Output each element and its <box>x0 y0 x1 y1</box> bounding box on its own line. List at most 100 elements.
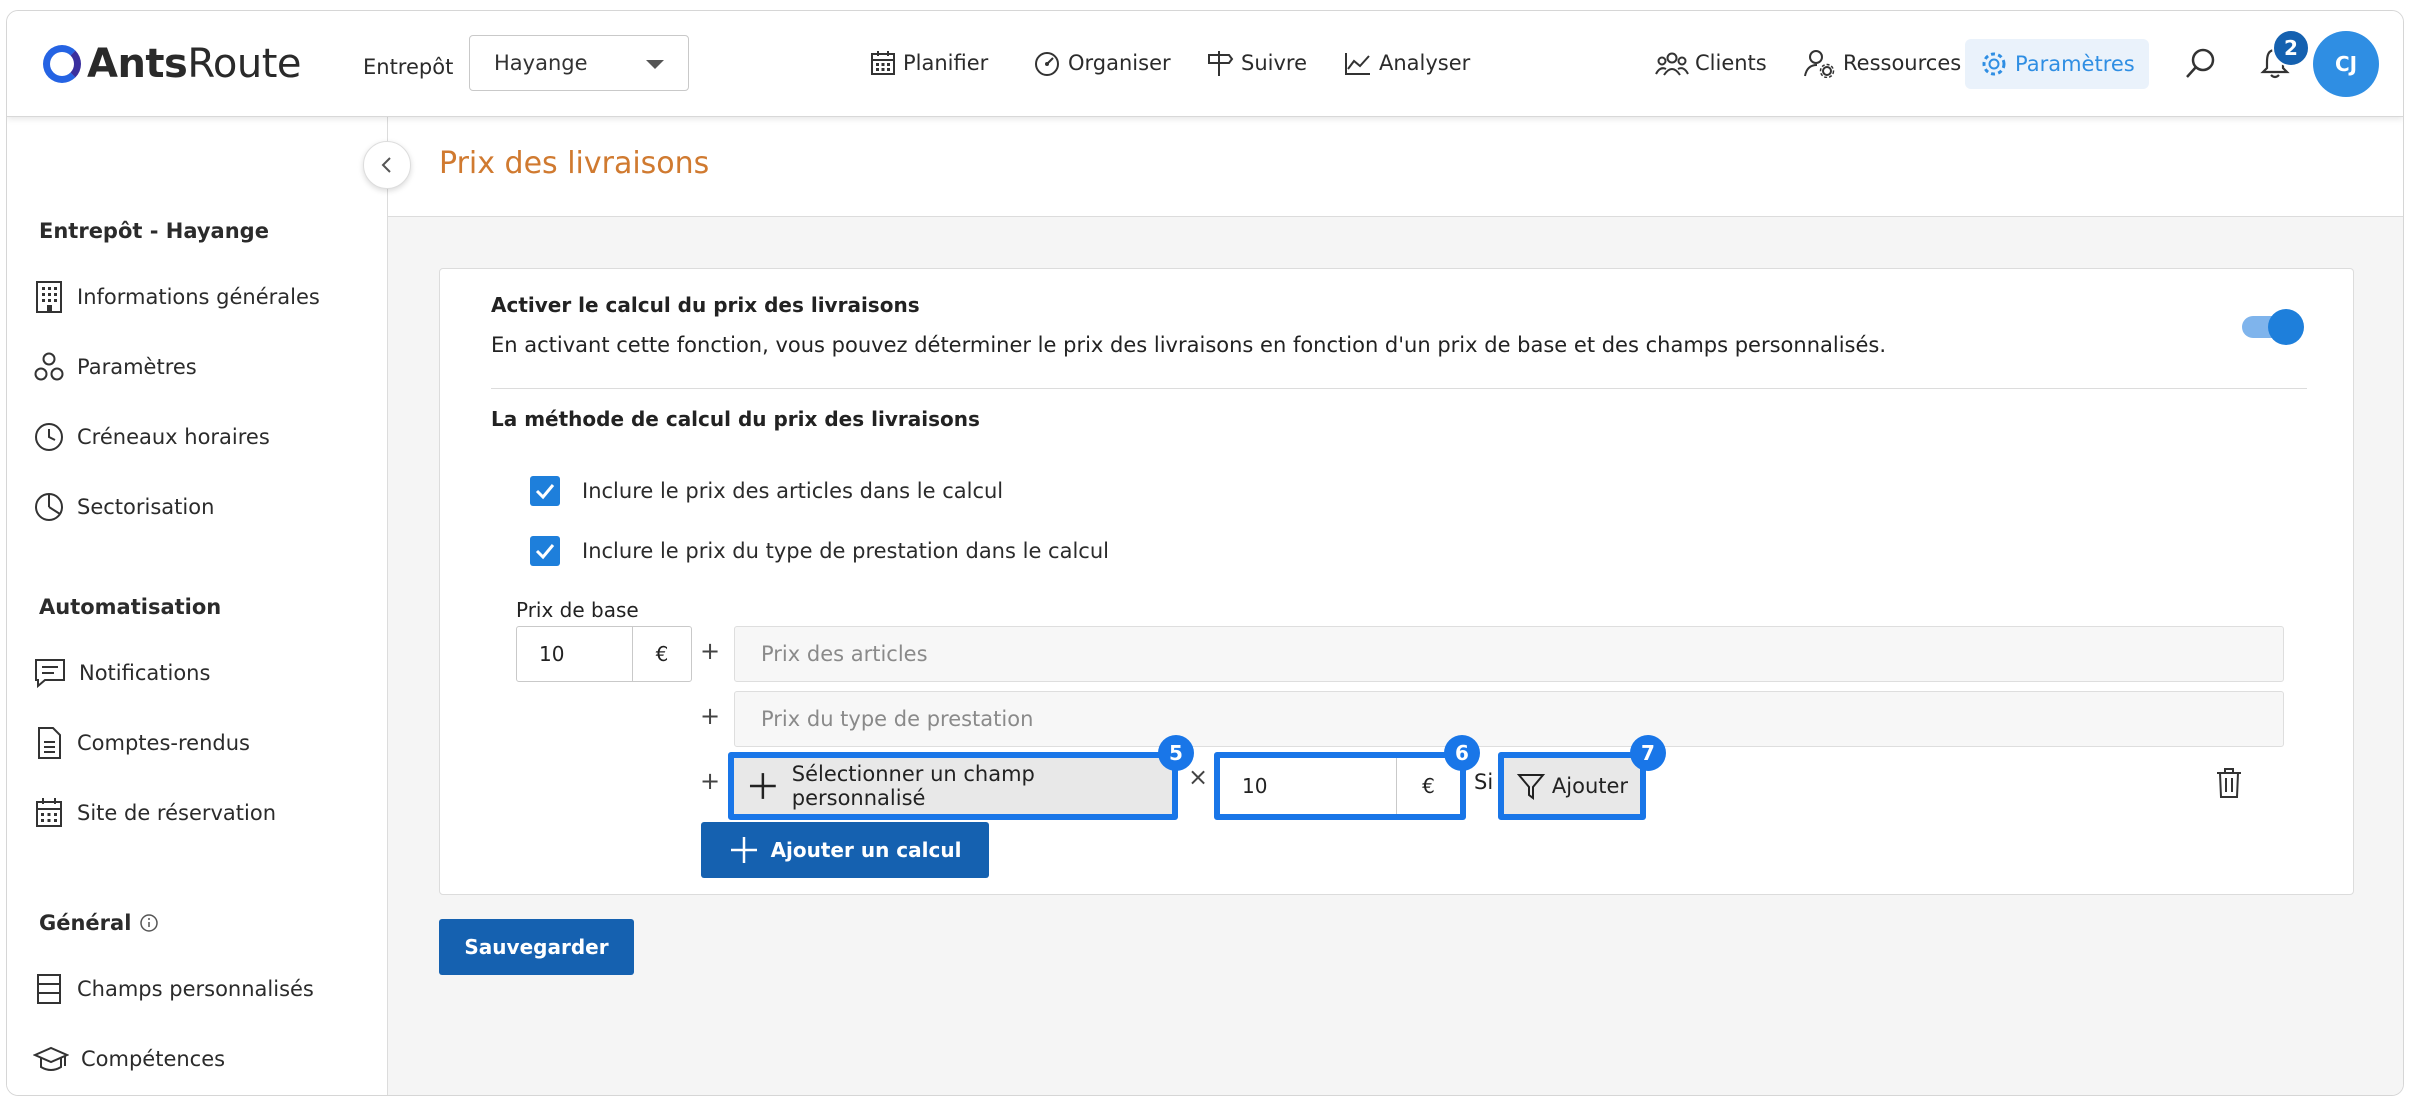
service-price-field: Prix du type de prestation <box>734 691 2284 747</box>
delete-calculation-button[interactable] <box>2214 766 2244 804</box>
sidebar-item-label: Compétences <box>81 1047 226 1071</box>
card-divider <box>491 388 2307 389</box>
base-price-input[interactable]: 10 € <box>516 626 692 682</box>
method-title: La méthode de calcul du prix des livrais… <box>491 407 980 431</box>
sidebar-item-label: Champs personnalisés <box>77 977 314 1001</box>
sidebar-item-label: Informations générales <box>77 285 320 309</box>
add-calculation-button[interactable]: Ajouter un calcul <box>701 822 989 878</box>
include-service-label: Inclure le prix du type de prestation da… <box>582 539 1109 563</box>
articles-price-field: Prix des articles <box>734 626 2284 682</box>
nav-plan-label: Planifier <box>903 51 989 75</box>
plus-icon: + <box>700 767 721 795</box>
speedometer-icon <box>1035 52 1059 76</box>
base-price-value: 10 <box>517 627 633 681</box>
search-button[interactable] <box>2177 39 2225 87</box>
nav-analyze[interactable]: Analyser <box>1343 39 1470 87</box>
highlight-custom-field <box>728 752 1178 820</box>
sidebar-item-booking-site[interactable]: Site de réservation <box>33 793 276 833</box>
sidebar-section-warehouse: Entrepôt - Hayange <box>39 219 269 243</box>
chart-icon <box>1345 53 1370 75</box>
enable-price-toggle[interactable] <box>2242 309 2304 345</box>
gear-icon <box>1982 52 2006 76</box>
nav-analyze-label: Analyser <box>1379 51 1471 75</box>
save-button[interactable]: Sauvegarder <box>439 919 634 975</box>
toggle-knob <box>2268 309 2304 345</box>
include-articles-checkbox-row[interactable]: Inclure le prix des articles dans le cal… <box>530 475 1003 507</box>
delivery-price-card: Activer le calcul du prix des livraisons… <box>439 268 2354 895</box>
warehouse-label: Entrepôt <box>363 55 454 79</box>
collapse-sidebar-button[interactable] <box>363 141 411 189</box>
plus-icon: + <box>700 702 721 730</box>
nav-resources-label: Ressources <box>1843 51 1962 75</box>
app-window: AntsRoute Entrepôt Hayange Planifier Org… <box>6 10 2404 1096</box>
card-description: En activant cette fonction, vous pouvez … <box>491 333 1887 357</box>
message-icon <box>35 659 65 689</box>
building-icon <box>36 281 62 313</box>
sidebar-item-label: Notifications <box>79 661 211 685</box>
sidebar-item-skills[interactable]: Compétences <box>33 1039 225 1079</box>
condition-label: Si <box>1474 770 1494 794</box>
nav-track-label: Suivre <box>1241 51 1307 75</box>
sidebar-item-parameters[interactable]: Paramètres <box>33 347 197 387</box>
sidebar-item-label: Créneaux horaires <box>77 425 270 449</box>
calendar-icon <box>36 798 62 827</box>
nav-settings[interactable]: Paramètres <box>1965 39 2149 89</box>
nav-settings-label: Paramètres <box>2015 52 2135 76</box>
top-header: AntsRoute Entrepôt Hayange Planifier Org… <box>7 11 2403 117</box>
gears-icon <box>34 352 64 381</box>
page-title: Prix des livraisons <box>439 146 710 181</box>
search-icon <box>2186 48 2215 78</box>
warehouse-select[interactable]: Hayange <box>469 35 689 91</box>
include-articles-label: Inclure le prix des articles dans le cal… <box>582 479 1004 503</box>
pie-chart-icon <box>35 493 63 521</box>
include-articles-checkbox[interactable] <box>530 476 560 506</box>
check-icon <box>535 484 555 500</box>
plus-icon <box>730 837 757 863</box>
sidebar-section-automation: Automatisation <box>39 595 222 619</box>
user-avatar[interactable]: CJ <box>2313 31 2379 97</box>
sidebar-item-reports[interactable]: Comptes-rendus <box>33 723 250 763</box>
calendar-icon <box>871 51 895 75</box>
logo-regular-text: Route <box>187 41 301 87</box>
nav-organize-label: Organiser <box>1068 51 1171 75</box>
sidebar-item-notifications[interactable]: Notifications <box>33 653 210 693</box>
sidebar-item-general-info[interactable]: Informations générales <box>33 277 320 317</box>
sidebar-item-sectorization[interactable]: Sectorisation <box>33 487 214 527</box>
multiply-icon: × <box>1188 763 1209 791</box>
sidebar-item-custom-fields[interactable]: Champs personnalisés <box>33 969 314 1009</box>
trash-icon <box>2217 768 2241 798</box>
plus-icon: + <box>700 637 721 665</box>
document-icon <box>38 727 61 759</box>
nav-track[interactable]: Suivre <box>1205 39 1307 87</box>
sidebar-item-label: Sectorisation <box>77 495 215 519</box>
users-group-icon <box>1655 52 1689 76</box>
notification-badge: 2 <box>2272 29 2310 67</box>
marker-7: 7 <box>1630 735 1666 771</box>
card-title: Activer le calcul du prix des livraisons <box>491 293 920 317</box>
nav-clients[interactable]: Clients <box>1655 39 1767 87</box>
base-price-label: Prix de base <box>516 598 639 622</box>
nav-organize[interactable]: Organiser <box>1032 39 1171 87</box>
sidebar-section-general: Général <box>39 911 159 935</box>
nav-plan[interactable]: Planifier <box>869 39 988 87</box>
graduation-cap-icon <box>33 1046 69 1071</box>
nav-resources[interactable]: Ressources <box>1803 39 1961 87</box>
clock-icon <box>35 423 63 451</box>
include-service-checkbox-row[interactable]: Inclure le prix du type de prestation da… <box>530 535 1109 567</box>
chevron-left-icon <box>381 157 391 173</box>
antsroute-logo[interactable]: AntsRoute <box>43 39 301 89</box>
logo-icon <box>43 45 81 83</box>
include-service-checkbox[interactable] <box>530 536 560 566</box>
marker-6: 6 <box>1444 735 1480 771</box>
add-calculation-label: Ajouter un calcul <box>770 838 962 862</box>
highlight-multiplier <box>1214 752 1466 820</box>
sidebar-section-general-label: Général <box>39 911 132 935</box>
info-icon[interactable] <box>139 913 159 933</box>
sidebar-item-label: Site de réservation <box>77 801 277 825</box>
user-settings-icon <box>1804 50 1835 78</box>
chevron-down-icon <box>646 60 664 69</box>
sidebar-item-time-slots[interactable]: Créneaux horaires <box>33 417 270 457</box>
logo-bold-text: Ants <box>87 41 188 87</box>
nav-clients-label: Clients <box>1695 51 1767 75</box>
list-icon <box>37 974 61 1004</box>
